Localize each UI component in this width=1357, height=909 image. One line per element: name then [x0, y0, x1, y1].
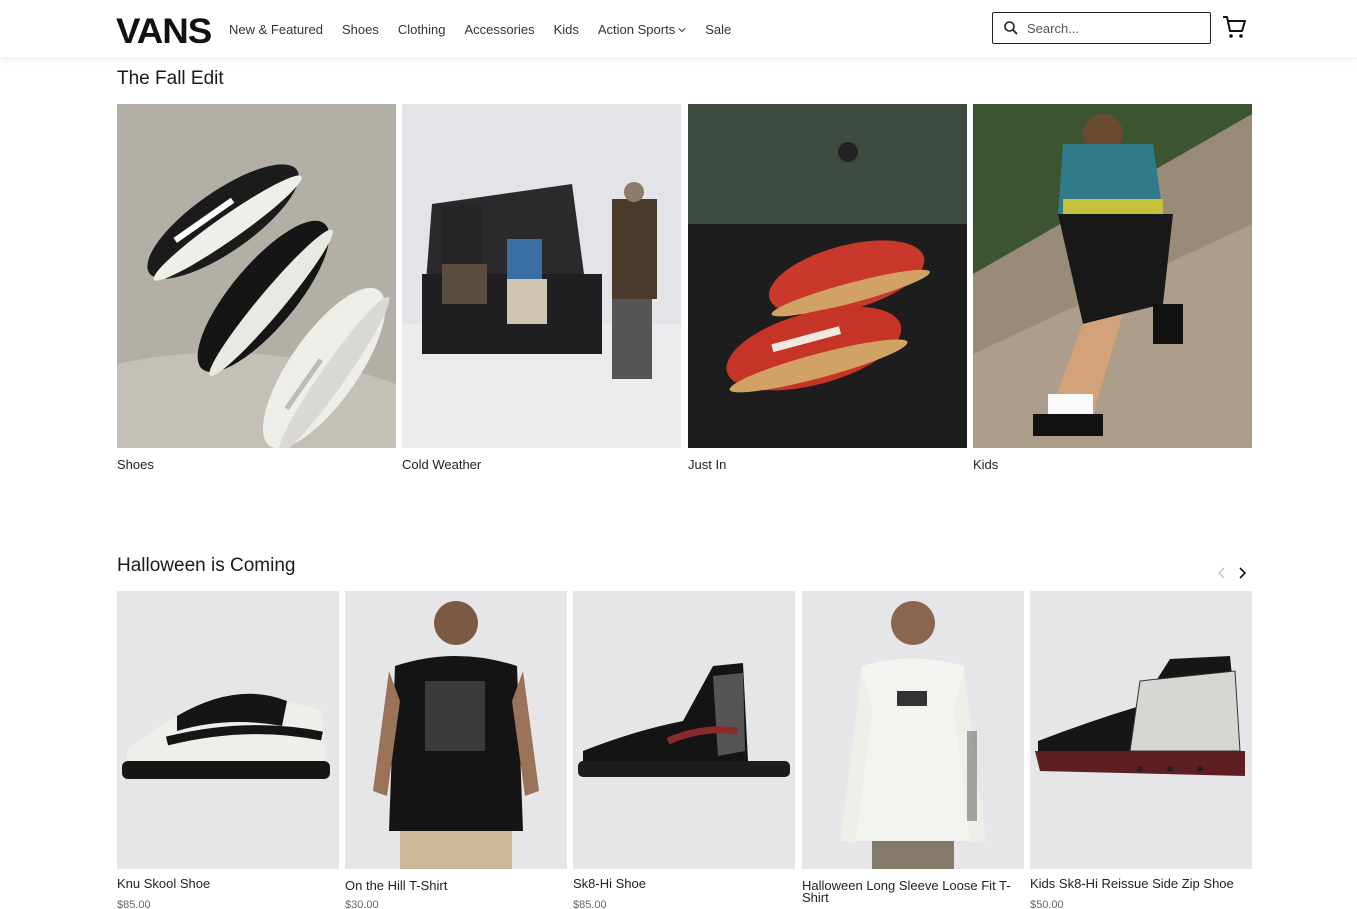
chevron-left-icon[interactable]	[1214, 565, 1230, 581]
vans-logo[interactable]: VANS	[116, 14, 212, 50]
product-image	[802, 591, 1024, 869]
nav-label: Accessories	[464, 22, 535, 37]
product-name[interactable]: Halloween Long Sleeve Loose Fit T-Shirt	[802, 879, 1024, 904]
nav-label: Action Sports	[597, 22, 676, 37]
product-image	[1030, 591, 1252, 869]
nav-sale[interactable]: Sale	[705, 22, 731, 38]
nav-label: Shoes	[341, 22, 379, 37]
product-image	[345, 591, 567, 869]
product-card-halloween-long-sleeve[interactable]	[802, 591, 1024, 869]
search-box	[992, 12, 1211, 44]
product-name[interactable]: Sk8-Hi Shoe	[573, 877, 795, 890]
category-tile-shoes[interactable]	[117, 104, 396, 448]
tile-label[interactable]: Just In	[688, 457, 726, 472]
search-input[interactable]	[1027, 20, 1197, 36]
product-price: $85.00	[573, 899, 607, 909]
nav-accessories[interactable]: Accessories	[465, 22, 535, 38]
nav-kids[interactable]: Kids	[554, 22, 579, 38]
product-name[interactable]: Knu Skool Shoe	[117, 877, 339, 890]
product-image	[117, 591, 339, 869]
nav-label: Sale	[705, 22, 732, 37]
product-card-on-the-hill-tshirt[interactable]	[345, 591, 567, 869]
halloween-title: Halloween is Coming	[117, 555, 296, 576]
tile-label[interactable]: Kids	[973, 457, 998, 472]
product-card-sk8-hi[interactable]	[573, 591, 795, 869]
cold-weather-image	[402, 104, 681, 448]
product-price: $30.00	[345, 899, 379, 909]
category-tile-cold-weather[interactable]	[402, 104, 681, 448]
nav-new-featured[interactable]: New & Featured	[229, 22, 323, 38]
product-image	[573, 591, 795, 869]
nav-action-sports[interactable]: Action Sports	[598, 22, 686, 38]
fall-edit-title: The Fall Edit	[117, 68, 224, 89]
product-card-knu-skool[interactable]	[117, 591, 339, 869]
chevron-right-icon[interactable]	[1234, 565, 1250, 581]
nav-label: Clothing	[397, 22, 446, 37]
kids-image	[973, 104, 1252, 448]
category-tile-kids[interactable]	[973, 104, 1252, 448]
cart-icon[interactable]	[1221, 14, 1247, 40]
search-icon[interactable]	[1003, 20, 1019, 36]
product-price: $85.00	[117, 899, 151, 909]
chevron-down-icon	[678, 28, 686, 33]
nav-shoes[interactable]: Shoes	[342, 22, 379, 38]
tile-label[interactable]: Cold Weather	[402, 457, 481, 472]
category-tile-just-in[interactable]	[688, 104, 967, 448]
main-nav: New & Featured Shoes Clothing Accessorie…	[229, 22, 750, 38]
site-header: VANS New & Featured Shoes Clothing Acces…	[0, 0, 1357, 57]
product-card-kids-sk8-hi-reissue[interactable]	[1030, 591, 1252, 869]
product-name[interactable]: On the Hill T-Shirt	[345, 879, 567, 892]
just-in-image	[688, 104, 967, 448]
nav-clothing[interactable]: Clothing	[398, 22, 446, 38]
nav-label: New & Featured	[229, 22, 323, 37]
tile-label[interactable]: Shoes	[117, 457, 154, 472]
nav-label: Kids	[553, 22, 579, 37]
product-price: $50.00	[1030, 899, 1064, 909]
product-name[interactable]: Kids Sk8-Hi Reissue Side Zip Shoe	[1030, 877, 1252, 890]
shoes-image	[117, 104, 396, 448]
